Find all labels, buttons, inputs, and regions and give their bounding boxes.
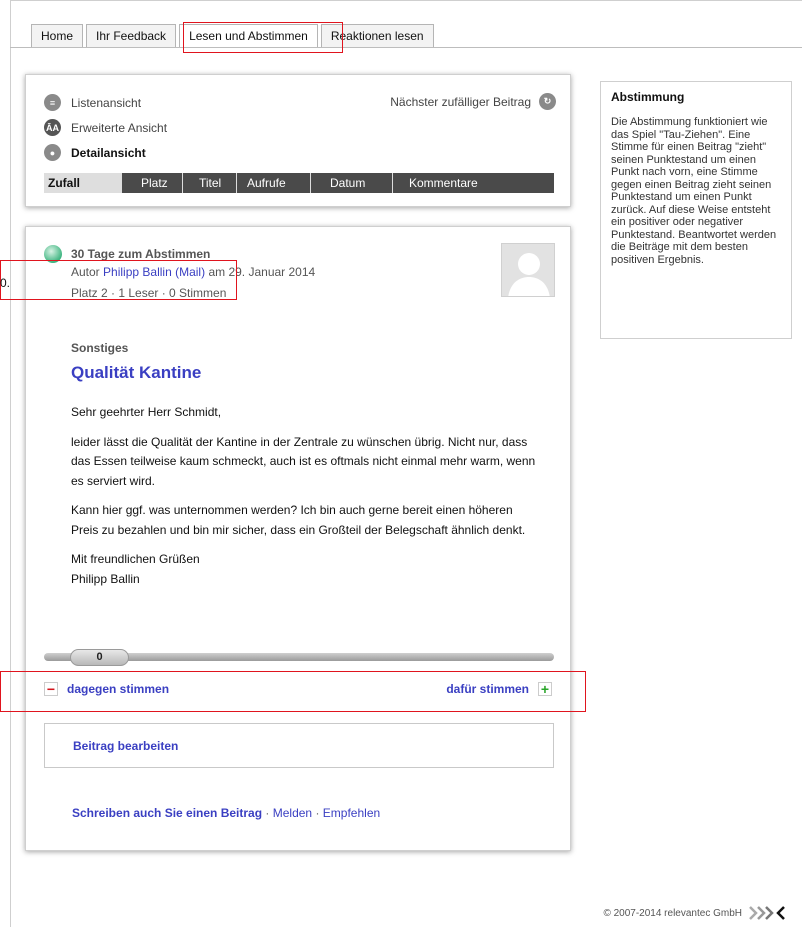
view-detail-label: Detailansicht (71, 145, 146, 160)
author-link[interactable]: Philipp Ballin (103, 265, 172, 279)
view-list-option[interactable]: ≡ Listenansicht (44, 94, 141, 111)
post-category: Sonstiges (71, 341, 129, 355)
avatar (501, 243, 555, 297)
days-left: 30 Tage zum Abstimmen (71, 247, 211, 261)
copyright: © 2007-2014 relevantec GmbH (603, 905, 788, 921)
detail-view-icon: ● (44, 144, 61, 161)
view-panel: ≡ Listenansicht ĀA Erweiterte Ansicht ● … (25, 74, 571, 207)
sort-datum[interactable]: Datum (311, 173, 393, 193)
sort-titel[interactable]: Titel (183, 173, 237, 193)
post-date: am 29. Januar 2014 (208, 265, 316, 279)
voting-info-title: Abstimmung (611, 90, 685, 104)
sort-platz[interactable]: Platz (122, 173, 183, 193)
copyright-text: © 2007-2014 relevantec GmbH (603, 907, 742, 919)
post-paragraph: Sehr geehrter Herr Schmidt, (71, 405, 222, 419)
view-detail-option[interactable]: ● Detailansicht (44, 144, 146, 161)
post-title: Qualität Kantine (71, 363, 202, 382)
avatar-silhouette-icon (508, 253, 550, 296)
next-random-label: Nächster zufälliger Beitrag (390, 94, 531, 109)
voting-status: 30 Tage zum Abstimmen (44, 245, 210, 263)
plus-icon: + (538, 682, 552, 696)
post-footer-links: Schreiben auch Sie einen Beitrag · Melde… (72, 806, 380, 820)
article-panel: 30 Tage zum Abstimmen Autor Philipp Ball… (25, 226, 571, 851)
voting-info-text: Die Abstimmung funktioniert wie das Spie… (611, 116, 777, 266)
view-extended-option[interactable]: ĀA Erweiterte Ansicht (44, 119, 167, 136)
tab-lesen-und-abstimmen[interactable]: Lesen und Abstimmen (179, 24, 318, 48)
minus-icon: − (44, 682, 58, 696)
post-body: Sehr geehrter Herr Schmidt, leider lässt… (71, 403, 541, 599)
edit-box: Beitrag bearbeiten (44, 723, 554, 768)
relevantec-logo-icon (749, 906, 785, 920)
sort-kommentare[interactable]: Kommentare (393, 173, 554, 193)
main-tabs: Home Ihr Feedback Lesen und Abstimmen Re… (31, 24, 434, 48)
tab-reaktionen-lesen[interactable]: Reaktionen lesen (320, 24, 434, 48)
vote-against-button[interactable]: − dagegen stimmen (44, 682, 169, 696)
sort-bar: Zufall Platz Titel Aufrufe Datum Komment… (44, 173, 554, 193)
report-link[interactable]: Melden (273, 806, 312, 820)
vote-for-label: dafür stimmen (446, 682, 529, 696)
refresh-icon: ↻ (539, 93, 556, 110)
mail-close-paren: ) (201, 265, 206, 279)
voting-info-box: Abstimmung Die Abstimmung funktioniert w… (600, 81, 792, 339)
post-signature: Mit freundlichen Grüßen Philipp Ballin (71, 552, 200, 586)
status-dot-icon (44, 245, 62, 263)
sort-zufall[interactable]: Zufall (44, 173, 122, 193)
annotation-fragment: 0. (0, 276, 11, 290)
mail-link[interactable]: Mail (179, 265, 201, 279)
sort-aufrufe[interactable]: Aufrufe (237, 173, 311, 193)
next-random-post-link[interactable]: Nächster zufälliger Beitrag ↻ (390, 93, 556, 110)
extended-view-icon: ĀA (44, 119, 61, 136)
tab-home[interactable]: Home (31, 24, 84, 48)
author-line: Autor Philipp Ballin (Mail) am 29. Janua… (71, 265, 315, 279)
post-paragraph: Kann hier ggf. was unternommen werden? I… (71, 503, 526, 537)
post-paragraph: leider lässt die Qualität der Kantine in… (71, 434, 536, 488)
vote-score-knob[interactable]: 0 (70, 649, 129, 666)
edit-post-link[interactable]: Beitrag bearbeiten (73, 739, 178, 753)
post-stats: Platz 2 · 1 Leser · 0 Stimmen (71, 286, 227, 300)
vote-against-label: dagegen stimmen (67, 682, 170, 696)
view-list-label: Listenansicht (71, 95, 142, 110)
tab-ihr-feedback[interactable]: Ihr Feedback (86, 24, 177, 48)
separator: · (265, 806, 270, 820)
recommend-link[interactable]: Empfehlen (323, 806, 380, 820)
write-post-link[interactable]: Schreiben auch Sie einen Beitrag (72, 806, 262, 820)
view-extended-label: Erweiterte Ansicht (71, 120, 168, 135)
vote-for-button[interactable]: dafür stimmen + (446, 682, 552, 696)
author-prefix: Autor (71, 265, 100, 279)
tab-divider (10, 47, 802, 48)
separator: · (315, 806, 320, 820)
list-view-icon: ≡ (44, 94, 61, 111)
